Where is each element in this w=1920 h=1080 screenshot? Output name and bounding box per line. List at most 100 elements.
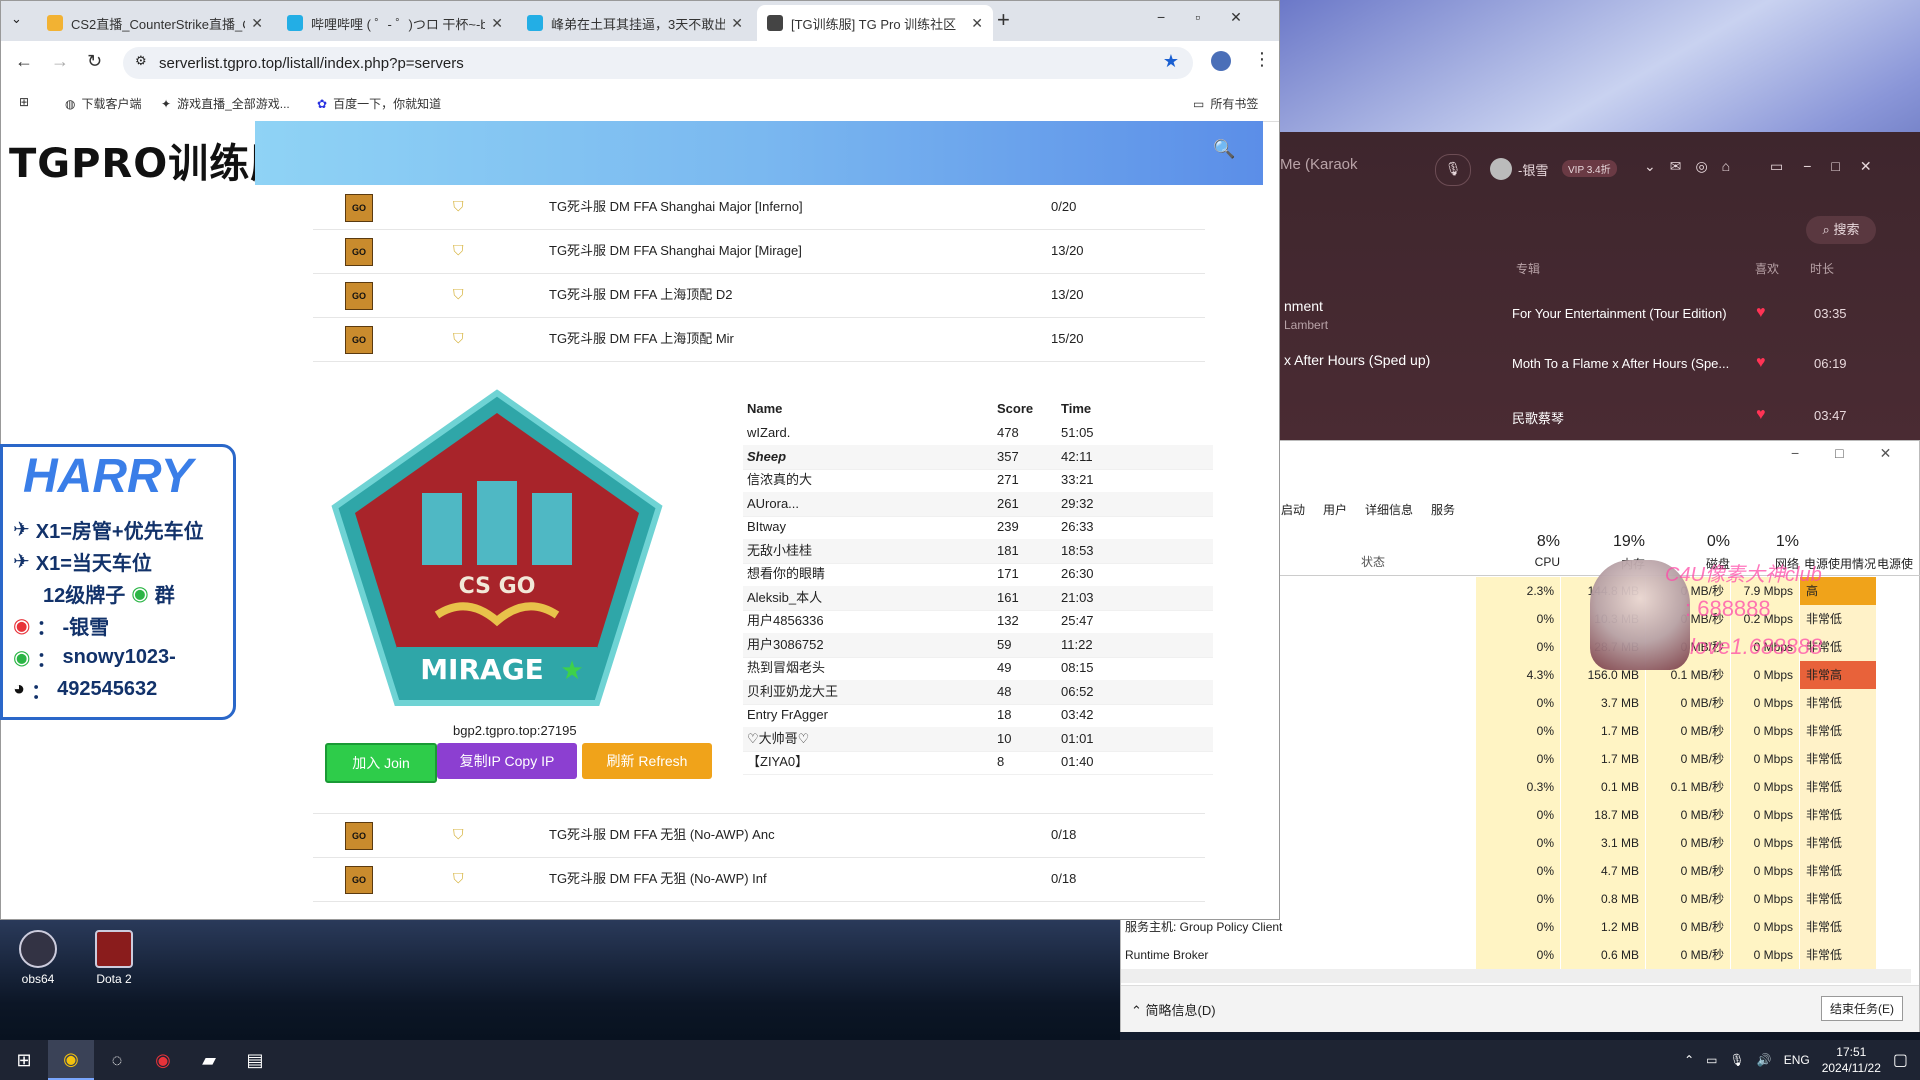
volume-icon[interactable]: 🔊 [1757, 1053, 1772, 1067]
music-search-button[interactable]: ⌕ 搜索 [1806, 216, 1876, 244]
refresh-button[interactable]: 刷新 Refresh [582, 743, 712, 779]
server-row[interactable]: GO ⛉ TG死斗服 DM FFA 无狙 (No-AWP) Anc 0/18 [313, 813, 1205, 858]
browser-tab[interactable]: CS2直播_CounterStrike直播_C ✕ [37, 5, 273, 41]
heart-icon[interactable]: ♥ [1756, 304, 1766, 322]
site-info-icon[interactable]: ⚙ [135, 53, 147, 69]
music-search-hint[interactable]: Me (Karaok [1280, 156, 1410, 176]
obs-icon [19, 930, 57, 968]
tab-details[interactable]: 详细信息 [1365, 501, 1413, 518]
window-controls[interactable]: −□✕ [1791, 445, 1920, 462]
copy-ip-button[interactable]: 复制IP Copy IP [437, 743, 577, 779]
watermark-line: : 688888 [1685, 596, 1771, 621]
close-tab-icon[interactable]: ✕ [971, 15, 983, 32]
window-controls[interactable]: ▭−□✕ [1770, 158, 1892, 175]
window-controls[interactable]: −▫✕ [1157, 9, 1272, 26]
col-power-trend[interactable]: 电源使 [1877, 555, 1920, 572]
taskbar-obs[interactable]: ◌ [94, 1040, 140, 1080]
player-row: 无敌小桂桂 181 18:53 [743, 538, 1213, 564]
server-row[interactable]: GO ⛉ TG死斗服 DM FFA 上海顶配 D2 13/20 [313, 273, 1205, 318]
process-row[interactable]: Runtime Broker 0% 0.6 MB 0 MB/秒 0 Mbps 非常低 [1121, 941, 1920, 969]
shield-icon: ⛉ [453, 826, 464, 842]
clock[interactable]: 17:51 2024/11/22 [1822, 1044, 1881, 1076]
microphone-icon[interactable]: 🎙 [1435, 154, 1471, 186]
player-score: 181 [997, 542, 1019, 558]
song-row[interactable]: nment Lambert For Your Entertainment (To… [1280, 298, 1920, 354]
overlay-line: ✈ X1=房管+优先车位 [13, 515, 204, 544]
server-row[interactable]: GO ⛉ TG死斗服 DM FFA Shanghai Major [Mirage] 1… [313, 229, 1205, 274]
tray-chevron-icon[interactable]: ⌃ [1684, 1053, 1694, 1067]
tab-startup[interactable]: 启动 [1281, 501, 1305, 518]
folder-icon: ▭ [1193, 96, 1205, 111]
reload-button[interactable]: ↻ [87, 51, 102, 72]
server-row[interactable]: GO ⛉ TG死斗服 DM FFA 无狙 (No-AWP) Inf 0/18 [313, 857, 1205, 902]
shield-icon: ⛉ [453, 198, 464, 214]
new-tab-button[interactable]: + [997, 7, 1010, 33]
player-name: AUrora... [747, 495, 800, 511]
browser-tab[interactable]: 哔哩哔哩 ( ゜- ゜)つロ 干杯~-bi ✕ [277, 5, 513, 41]
tab-favicon-icon [287, 15, 303, 31]
music-toolbar-icons[interactable]: ⌄✉◎⌂ [1644, 158, 1744, 175]
microphone-icon[interactable]: 🎙 [1730, 1053, 1745, 1067]
apps-grid-icon[interactable]: ⊞ [19, 95, 29, 109]
horizontal-scrollbar[interactable] [1121, 969, 1911, 983]
tab-search-icon[interactable]: ⌄ [11, 11, 22, 27]
vip-badge[interactable]: VIP 3.4折 [1562, 160, 1617, 177]
desktop-icon-obs[interactable]: obs64 [0, 930, 76, 986]
close-tab-icon[interactable]: ✕ [251, 15, 263, 32]
end-task-button[interactable]: 结束任务(E) [1821, 996, 1903, 1021]
back-button[interactable]: ← [15, 51, 33, 72]
process-power: 非常低 [1800, 745, 1876, 773]
taskbar-app[interactable]: ▰ [186, 1040, 232, 1080]
server-address[interactable]: bgp2.tgpro.top:27195 [453, 723, 577, 738]
notification-icon[interactable]: ▢ [1893, 1050, 1908, 1070]
forward-button[interactable]: → [51, 51, 69, 72]
close-tab-icon[interactable]: ✕ [491, 15, 503, 32]
music-username[interactable]: -银雪 [1518, 160, 1548, 179]
tab-strip: ⌄ CS2直播_CounterStrike直播_C ✕ 哔哩哔哩 ( ゜- ゜)つロ… [1, 1, 1279, 41]
player-row: 信浓真的大 271 33:21 [743, 468, 1213, 493]
taskbar-task-manager[interactable]: ▤ [232, 1040, 278, 1080]
desktop-icon-label: obs64 [21, 972, 55, 986]
col-status[interactable]: 状态 [1361, 553, 1385, 570]
fewer-details-button[interactable]: ⌃ 简略信息(D) [1131, 1000, 1216, 1019]
server-row[interactable]: GO ⛉ TG死斗服 DM FFA Shanghai Major [Inferno]… [313, 185, 1205, 230]
site-logo[interactable]: TGPRO训练服 [9, 131, 291, 189]
join-button[interactable]: 加入 Join [325, 743, 437, 783]
profile-avatar[interactable] [1211, 51, 1231, 71]
player-time: 33:21 [1061, 472, 1094, 487]
search-icon[interactable]: 🔍 [1213, 139, 1235, 160]
taskbar-chrome[interactable]: ◉ [48, 1040, 94, 1080]
start-button[interactable]: ⊞ [0, 1040, 48, 1080]
browser-tab[interactable]: [TG训练服] TG Pro 训练社区 ✕ [757, 5, 993, 41]
close-tab-icon[interactable]: ✕ [731, 15, 743, 32]
bookmark-item[interactable]: ◍ 下载客户端 [65, 95, 142, 112]
address-bar[interactable]: ⚙ serverlist.tgpro.top/listall/index.php… [123, 47, 1193, 79]
desktop-icon-dota2[interactable]: Dota 2 [76, 930, 152, 986]
heart-icon[interactable]: ♥ [1756, 354, 1766, 372]
process-network: 0 Mbps [1731, 717, 1799, 745]
fewer-details-label: 简略信息(D) [1145, 1003, 1216, 1018]
contact-value: -银雪 [62, 617, 110, 639]
heart-icon[interactable]: ♥ [1756, 406, 1766, 424]
server-row[interactable]: GO ⛉ TG死斗服 DM FFA 上海顶配 Mir 15/20 [313, 317, 1205, 362]
bookmark-item[interactable]: ✦ 游戏直播_全部游戏... [161, 95, 290, 112]
taskbar-netease-music[interactable]: ◉ [140, 1040, 186, 1080]
task-manager-footer: ⌃ 简略信息(D) 结束任务(E) [1121, 985, 1919, 1032]
process-memory: 4.7 MB [1561, 857, 1645, 885]
song-row[interactable]: x After Hours (Sped up) Moth To a Flame … [1280, 352, 1920, 412]
network-icon[interactable]: ▭ [1706, 1053, 1717, 1067]
process-disk: 0 MB/秒 [1646, 885, 1730, 913]
all-bookmarks[interactable]: ▭ 所有书签 [1193, 95, 1258, 112]
browser-tab[interactable]: 峰弟在土耳其挂逼，3天不敢出 ✕ [517, 5, 753, 41]
col-cpu[interactable]: CPU [1476, 555, 1560, 569]
bookmark-star-icon[interactable]: ★ [1163, 51, 1179, 72]
tab-users[interactable]: 用户 [1323, 501, 1347, 518]
bookmark-item[interactable]: ✿ 百度一下，你就知道 [317, 95, 441, 112]
menu-kebab-icon[interactable]: ⋮ [1253, 49, 1271, 70]
server-name: TG死斗服 DM FFA 无狙 (No-AWP) Inf [549, 871, 767, 886]
process-memory: 0.6 MB [1561, 941, 1645, 969]
avatar[interactable] [1490, 158, 1512, 180]
process-cpu: 2.3% [1476, 577, 1560, 605]
language-indicator[interactable]: ENG [1784, 1053, 1810, 1067]
tab-services[interactable]: 服务 [1431, 501, 1455, 518]
